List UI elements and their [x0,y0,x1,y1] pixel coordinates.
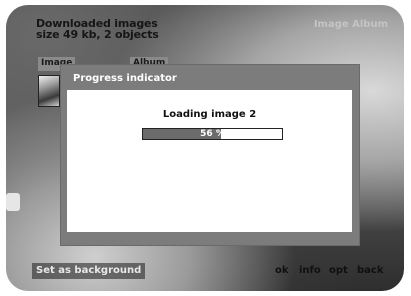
back-button[interactable]: back [357,263,383,279]
opt-button[interactable]: opt [329,263,348,279]
progress-label: 56 % [200,129,225,139]
tv-screen: Downloaded images size 49 kb, 2 objects … [6,5,404,291]
image-thumbnail[interactable] [38,75,60,107]
progress-dialog: Progress indicator Loading image 2 56 % [61,65,359,245]
loading-text: Loading image 2 [162,109,257,120]
page-subtitle: size 49 kb, 2 objects [36,28,159,41]
header-right-label: Image Album [313,19,388,30]
info-button[interactable]: info [299,263,321,279]
progress-bar: 56 % [142,128,283,140]
dialog-body: Loading image 2 56 % [67,90,352,232]
dialog-title: Progress indicator [73,73,177,84]
set-as-background-button[interactable]: Set as background [32,263,146,279]
ok-button[interactable]: ok [275,263,289,279]
side-indicator [6,193,20,211]
